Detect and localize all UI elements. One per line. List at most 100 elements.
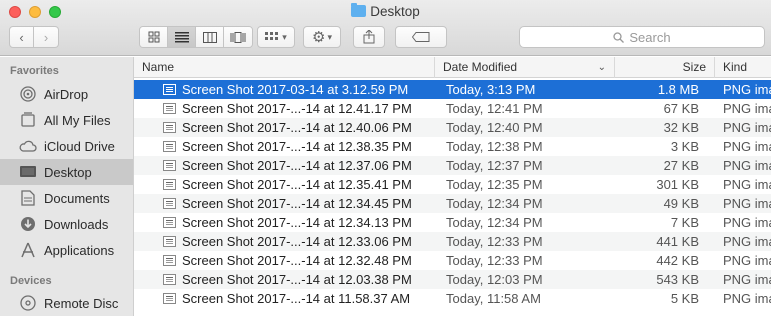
table-row[interactable]: Screen Shot 2017-03-14 at 3.12.59 PM Tod… <box>134 80 771 99</box>
sidebar-item-label: All My Files <box>44 112 111 128</box>
file-size: 49 KB <box>663 196 699 211</box>
back-button[interactable]: ‹ <box>9 26 34 48</box>
desktop-icon <box>19 163 37 181</box>
file-size: 442 KB <box>656 253 699 268</box>
file-name: Screen Shot 2017-...-14 at 12.38.35 PM <box>182 139 412 154</box>
png-file-icon <box>163 141 176 152</box>
share-icon <box>363 30 375 44</box>
file-list: Name Date Modified ⌄ Size Kind Screen Sho… <box>134 57 771 316</box>
file-kind: PNG ima <box>723 291 771 306</box>
disc-icon <box>19 294 37 312</box>
png-file-icon <box>163 84 176 95</box>
file-name: Screen Shot 2017-...-14 at 12.03.38 PM <box>182 272 412 287</box>
window-title: Desktop <box>0 3 771 19</box>
sidebar-item-applications[interactable]: Applications <box>0 237 133 263</box>
table-row[interactable]: Screen Shot 2017-...-14 at 12.41.17 PM T… <box>134 99 771 118</box>
share-button[interactable] <box>353 26 385 48</box>
file-kind: PNG ima <box>723 139 771 154</box>
file-size: 27 KB <box>663 158 699 173</box>
file-date: Today, 12:33 PM <box>446 234 543 249</box>
table-row[interactable]: Screen Shot 2017-...-14 at 12.33.06 PM T… <box>134 232 771 251</box>
search-icon <box>613 31 625 43</box>
file-date: Today, 11:58 AM <box>446 291 541 306</box>
airdrop-icon <box>19 85 37 103</box>
chevron-right-icon: › <box>43 29 49 45</box>
toolbar: Desktop ‹ › ▾ ⚙ ▾ Search <box>0 0 771 56</box>
column-header-name[interactable]: Name <box>134 57 434 78</box>
file-name: Screen Shot 2017-03-14 at 3.12.59 PM <box>182 82 409 97</box>
file-kind: PNG ima <box>723 177 771 192</box>
sidebar-item-label: Documents <box>44 190 110 206</box>
column-header-size-label: Size <box>682 60 706 74</box>
file-size: 5 KB <box>670 291 699 306</box>
column-view-button[interactable] <box>196 27 224 47</box>
png-file-icon <box>163 255 176 266</box>
sidebar-item-remote-disc[interactable]: Remote Disc <box>0 290 133 316</box>
column-headers: Name Date Modified ⌄ Size Kind <box>134 57 771 78</box>
chevron-down-icon: ▾ <box>282 31 287 42</box>
sidebar-heading-devices: Devices <box>10 275 52 287</box>
table-row[interactable]: Screen Shot 2017-...-14 at 12.40.06 PM T… <box>134 118 771 137</box>
file-name: Screen Shot 2017-...-14 at 11.58.37 AM <box>182 291 411 306</box>
file-kind: PNG ima <box>723 253 771 268</box>
sidebar-item-documents[interactable]: Documents <box>0 185 133 211</box>
column-header-date-modified[interactable]: Date Modified ⌄ <box>434 57 614 78</box>
sidebar-item-all-my-files[interactable]: All My Files <box>0 107 133 133</box>
file-size: 1.8 MB <box>657 82 699 97</box>
table-row[interactable]: Screen Shot 2017-...-14 at 12.34.45 PM T… <box>134 194 771 213</box>
sidebar-item-downloads[interactable]: Downloads <box>0 211 133 237</box>
documents-icon <box>19 189 37 207</box>
sidebar-item-airdrop[interactable]: AirDrop <box>0 81 133 107</box>
file-date: Today, 12:34 PM <box>446 196 543 211</box>
sidebar-item-icloud-drive[interactable]: iCloud Drive <box>0 133 133 159</box>
column-header-kind[interactable]: Kind <box>714 57 771 78</box>
tag-icon <box>412 32 430 42</box>
png-file-icon <box>163 103 176 114</box>
sidebar-item-label: iCloud Drive <box>44 138 115 154</box>
table-row[interactable]: Screen Shot 2017-...-14 at 12.34.13 PM T… <box>134 213 771 232</box>
file-kind: PNG ima <box>723 215 771 230</box>
file-kind: PNG ima <box>723 272 771 287</box>
file-date: Today, 12:03 PM <box>446 272 543 287</box>
applications-icon <box>19 241 37 259</box>
arrange-button[interactable]: ▾ <box>257 26 295 48</box>
file-date: Today, 12:37 PM <box>446 158 543 173</box>
gallery-view-button[interactable] <box>224 27 252 47</box>
file-name: Screen Shot 2017-...-14 at 12.35.41 PM <box>182 177 412 192</box>
grid-arrange-icon <box>265 32 279 40</box>
png-file-icon <box>163 122 176 133</box>
sidebar-item-desktop[interactable]: Desktop <box>0 159 133 185</box>
png-file-icon <box>163 217 176 228</box>
file-date: Today, 12:35 PM <box>446 177 543 192</box>
file-name: Screen Shot 2017-...-14 at 12.37.06 PM <box>182 158 412 173</box>
window-title-text: Desktop <box>370 4 420 19</box>
file-name: Screen Shot 2017-...-14 at 12.40.06 PM <box>182 120 412 135</box>
png-file-icon <box>163 274 176 285</box>
forward-button[interactable]: › <box>34 26 59 48</box>
table-row[interactable]: Screen Shot 2017-...-14 at 12.37.06 PM T… <box>134 156 771 175</box>
icon-view-icon <box>148 31 159 43</box>
png-file-icon <box>163 160 176 171</box>
file-kind: PNG ima <box>723 234 771 249</box>
file-kind: PNG ima <box>723 82 771 97</box>
action-button[interactable]: ⚙ ▾ <box>303 26 341 48</box>
file-size: 441 KB <box>656 234 699 249</box>
edit-tags-button[interactable] <box>395 26 447 48</box>
file-date: Today, 12:38 PM <box>446 139 543 154</box>
icon-view-button[interactable] <box>140 27 168 47</box>
chevron-down-icon: ▾ <box>327 31 332 42</box>
png-file-icon <box>163 293 176 304</box>
table-row[interactable]: Screen Shot 2017-...-14 at 12.38.35 PM T… <box>134 137 771 156</box>
downloads-icon <box>19 215 37 233</box>
list-view-button[interactable] <box>168 27 196 47</box>
column-header-size[interactable]: Size <box>614 57 714 78</box>
list-view-icon <box>174 31 189 42</box>
table-row[interactable]: Screen Shot 2017-...-14 at 12.32.48 PM T… <box>134 251 771 270</box>
table-row[interactable]: Screen Shot 2017-...-14 at 12.35.41 PM T… <box>134 175 771 194</box>
table-row[interactable]: Screen Shot 2017-...-14 at 11.58.37 AM T… <box>134 289 771 308</box>
table-row[interactable]: Screen Shot 2017-...-14 at 12.03.38 PM T… <box>134 270 771 289</box>
folder-icon <box>351 3 367 17</box>
file-size: 3 KB <box>670 139 699 154</box>
all-files-icon <box>19 111 37 129</box>
search-field[interactable]: Search <box>519 26 765 48</box>
